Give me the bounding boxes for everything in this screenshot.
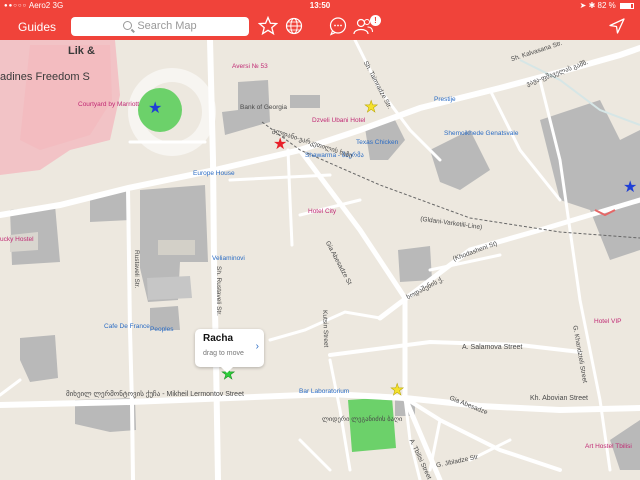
location-arrow-icon: ➤ [579, 1, 587, 10]
street-lermontov: მიხეილ ლერმონტოვის ქუჩა - Mikheil Lermon… [66, 391, 244, 398]
art-hostel-label[interactable]: Art Hostel Tbilisi [585, 443, 632, 451]
chat-bubble-icon[interactable] [328, 16, 348, 36]
park-label[interactable]: ლიდერი ლეგანიძის ბაღი [322, 416, 402, 424]
search-input[interactable]: Search Map [71, 17, 249, 36]
lik-label: Lik & [68, 45, 95, 57]
top-bar: ●●○○○ Aero2 3G 13:50 ➤ ✱ 82 % Guides Sea… [0, 0, 640, 40]
callout-subtitle: drag to move [203, 350, 244, 357]
street-rustaveli: Sh. Rustaveli Str. [215, 266, 222, 316]
status-bar: ●●○○○ Aero2 3G 13:50 ➤ ✱ 82 % [0, 0, 640, 12]
courtyard-label[interactable]: Courtyard by Marriott [78, 101, 139, 109]
prestije-label[interactable]: Prestije [434, 96, 456, 104]
hotel-city-label[interactable]: Hotel City [308, 208, 336, 216]
notification-badge: ! [370, 15, 381, 26]
dzveli-label[interactable]: Dzveli Ubani Hotel [312, 117, 365, 125]
blue-star-pin-icon[interactable]: ★ [148, 101, 162, 117]
street-salamova: A. Salamova Street [462, 344, 523, 351]
favorites-star-icon[interactable] [258, 16, 278, 36]
map-view[interactable]: adines Freedom S Lik & Courtyard by Marr… [0, 40, 640, 480]
blue-star-pin-2-icon[interactable]: ★ [623, 180, 637, 196]
peoples-label[interactable]: Peoples [150, 326, 174, 334]
yellow-star-pin-icon[interactable]: ★ [364, 99, 379, 116]
globe-icon[interactable] [284, 16, 304, 36]
chevron-right-icon[interactable]: › [256, 341, 259, 352]
street-rustaveli-2: Rustaveli Str. [133, 250, 140, 289]
battery-percent: 82 % [597, 1, 616, 10]
europe-house-label[interactable]: Europe House [193, 170, 235, 178]
search-icon [123, 21, 133, 30]
shemoikhede-label[interactable]: Shemoikhede Genatsvale [444, 130, 518, 138]
bar-laboratorium-label[interactable]: Bar Laboratorium [299, 388, 349, 396]
red-star-pin-icon[interactable]: ★ [273, 137, 287, 153]
cafe-de-france-label[interactable]: Cafe De France [104, 323, 150, 331]
status-right: ➤ ✱ 82 % [580, 0, 634, 12]
clock: 13:50 [309, 1, 331, 10]
bluetooth-icon: ✱ [588, 1, 596, 10]
battery-icon [620, 3, 634, 9]
location-arrow-icon[interactable] [608, 17, 626, 35]
aversi-label[interactable]: Aversi № 53 [232, 63, 268, 71]
callout-title: Racha [203, 333, 234, 344]
street-kutsin: Kutsin Street [321, 310, 330, 348]
street-abovian: Kh. Abovian Street [530, 395, 588, 402]
bank-label[interactable]: Bank of Georgia [240, 104, 287, 112]
lucky-hostel-label[interactable]: ucky Hostel [0, 236, 34, 244]
texas-chicken-label[interactable]: Texas Chicken [356, 139, 398, 147]
pin-callout[interactable]: Racha drag to move › [195, 329, 264, 373]
freedom-label: adines Freedom S [0, 71, 90, 83]
veliaminovi-label[interactable]: Veliaminovi [212, 255, 245, 263]
yellow-star-pin-2-icon[interactable]: ★ [390, 382, 405, 399]
search-placeholder: Search Map [137, 20, 197, 32]
hotel-vip-label[interactable]: Hotel VIP [594, 318, 621, 326]
guides-button[interactable]: Guides [18, 20, 56, 34]
